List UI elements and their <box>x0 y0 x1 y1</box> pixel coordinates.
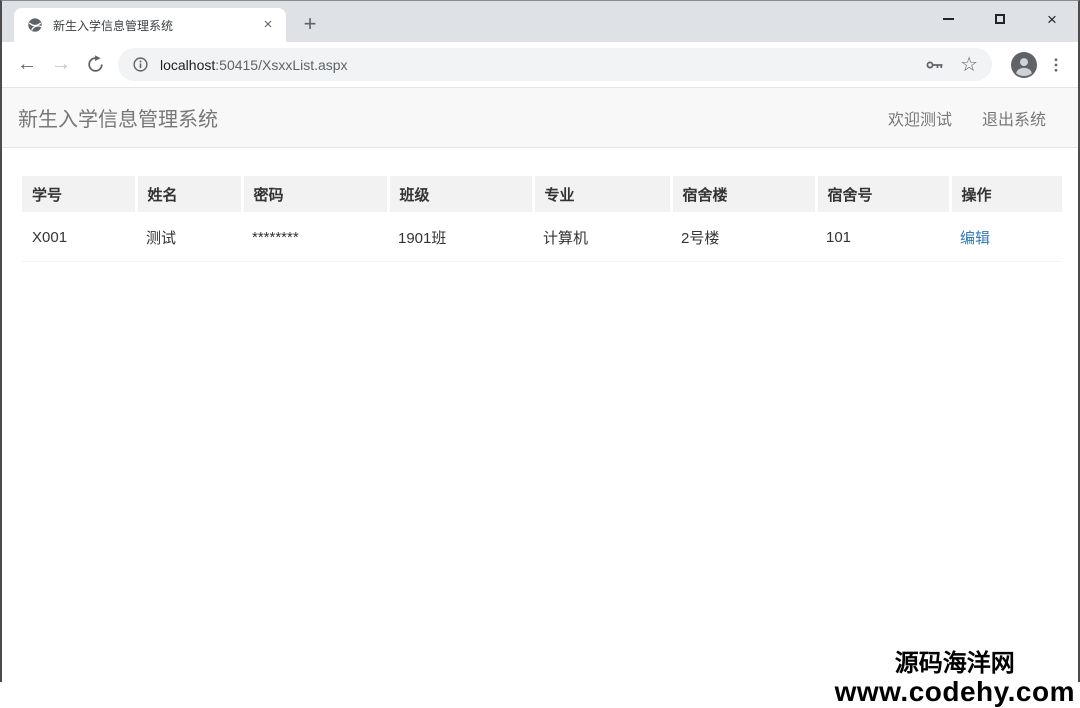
url-text[interactable]: localhost:50415/XsxxList.aspx <box>160 57 348 73</box>
col-header-dorm-number: 宿舍号 <box>814 176 950 212</box>
cell-major: 计算机 <box>533 212 671 262</box>
cell-actions: 编辑 <box>950 212 1062 262</box>
minimize-button[interactable] <box>922 1 974 37</box>
col-header-student-id: 学号 <box>22 176 136 212</box>
maximize-button[interactable] <box>974 1 1026 37</box>
cell-dorm-number: 101 <box>816 212 950 262</box>
url-path: :50415/XsxxList.aspx <box>215 56 348 73</box>
three-dot-menu-icon <box>1047 56 1065 74</box>
col-header-name: 姓名 <box>134 176 242 212</box>
col-header-password: 密码 <box>240 176 388 212</box>
tab-close-icon[interactable]: × <box>258 15 278 35</box>
new-tab-button[interactable]: + <box>296 11 324 39</box>
back-button[interactable]: ← <box>10 48 44 82</box>
table-row: X001 测试 ******** 1901班 计算机 2号楼 101 编辑 <box>22 212 1062 262</box>
globe-icon <box>27 17 43 33</box>
main-content: 学号 姓名 密码 班级 专业 宿舍楼 宿舍号 操作 X001 测试 ******… <box>2 148 1078 262</box>
minimize-icon <box>942 18 954 20</box>
reload-icon <box>86 55 105 74</box>
col-header-dorm-building: 宿舍楼 <box>669 176 816 212</box>
reload-button[interactable] <box>78 48 112 82</box>
browser-tab[interactable]: 新生入学信息管理系统 × <box>14 8 286 42</box>
col-header-class: 班级 <box>386 176 533 212</box>
profile-avatar-button[interactable] <box>1011 51 1037 78</box>
avatar-person-icon <box>1011 51 1037 78</box>
table-header-row: 学号 姓名 密码 班级 专业 宿舍楼 宿舍号 操作 <box>22 176 1062 212</box>
watermark-site-name: 源码海洋网 <box>894 649 1015 677</box>
tab-strip: 新生入学信息管理系统 × + × <box>2 1 1078 42</box>
browser-toolbar: ← → localhost:50415/XsxxList.aspx ☆ <box>2 42 1078 88</box>
page-title: 新生入学信息管理系统 <box>18 109 218 131</box>
cell-student-id: X001 <box>22 212 136 262</box>
watermark-url: www.codehy.com <box>834 676 1075 708</box>
bookmark-star-icon[interactable]: ☆ <box>960 55 978 75</box>
close-icon: × <box>1047 9 1057 29</box>
arrow-right-icon: → <box>51 53 71 75</box>
cell-name: 测试 <box>136 212 242 262</box>
address-bar[interactable]: localhost:50415/XsxxList.aspx ☆ <box>118 48 992 81</box>
cell-class: 1901班 <box>388 212 533 262</box>
navbar-right: 欢迎测试 退出系统 <box>888 106 1046 130</box>
url-host: localhost <box>160 56 216 73</box>
watermark: 源码海洋网 www.codehy.com <box>834 649 1075 708</box>
browser-window: 新生入学信息管理系统 × + × ← → localhost:50415/Xsx… <box>0 0 1080 682</box>
info-circle-icon[interactable] <box>132 56 149 73</box>
window-controls: × <box>922 1 1078 37</box>
maximize-icon <box>995 14 1005 24</box>
col-header-major: 专业 <box>531 176 671 212</box>
logout-link[interactable]: 退出系统 <box>982 106 1046 130</box>
cell-password: ******** <box>242 212 388 262</box>
arrow-left-icon: ← <box>17 53 37 75</box>
welcome-user-text: 欢迎测试 <box>887 111 952 129</box>
cell-dorm-building: 2号楼 <box>671 212 816 262</box>
student-table: 学号 姓名 密码 班级 专业 宿舍楼 宿舍号 操作 X001 测试 ******… <box>22 176 1062 262</box>
browser-menu-button[interactable] <box>1044 56 1068 74</box>
window-close-button[interactable]: × <box>1026 1 1078 37</box>
edit-link[interactable]: 编辑 <box>960 230 990 247</box>
col-header-actions: 操作 <box>948 176 1062 212</box>
forward-button[interactable]: → <box>44 48 78 82</box>
site-navbar: 新生入学信息管理系统 欢迎测试 退出系统 <box>2 88 1078 148</box>
tab-title: 新生入学信息管理系统 <box>53 18 174 33</box>
password-key-button[interactable] <box>925 55 945 75</box>
